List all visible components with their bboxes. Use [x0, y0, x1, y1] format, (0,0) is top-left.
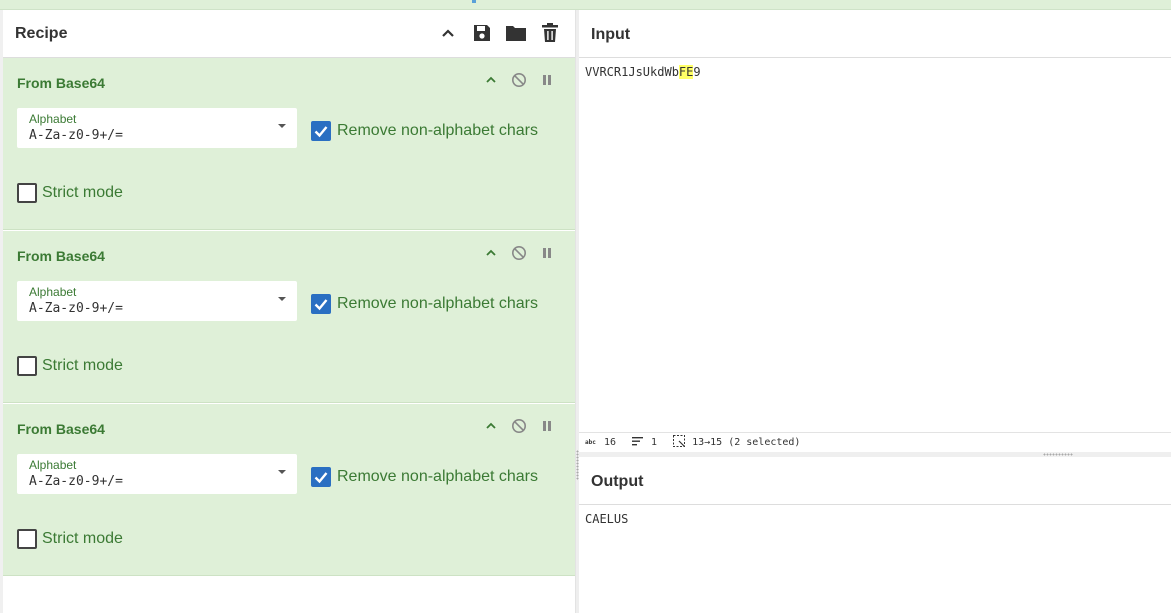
strict-mode-label[interactable]: Strict mode [42, 357, 123, 375]
strict-mode-label[interactable]: Strict mode [42, 530, 123, 548]
operation-title: From Base64 [17, 421, 105, 437]
strict-mode-checkbox[interactable] [17, 529, 37, 549]
caret-down-icon [278, 470, 286, 474]
pause-icon[interactable] [539, 418, 555, 434]
remove-non-alphabet-label[interactable]: Remove non-alphabet chars [337, 468, 538, 486]
alphabet-dropdown[interactable]: Alphabet A-Za-z0-9+/= [17, 281, 297, 321]
chevron-up-icon[interactable] [483, 72, 499, 88]
chevron-up-icon[interactable] [483, 418, 499, 434]
selection-value: 13→15 (2 selected) [692, 437, 801, 448]
selection-icon [673, 435, 686, 450]
recipe-header: Recipe [3, 10, 575, 58]
strict-mode-checkbox[interactable] [17, 183, 37, 203]
operation-from-base64: From Base64 Alphabet A-Za-z0-9+/= Remove… [3, 231, 575, 403]
pause-icon[interactable] [539, 72, 555, 88]
trash-icon[interactable] [539, 22, 561, 44]
remove-non-alphabet-label[interactable]: Remove non-alphabet chars [337, 122, 538, 140]
splitter-grip[interactable] [1043, 453, 1073, 456]
input-header: Input [579, 10, 1171, 58]
svg-text:abc: abc [585, 439, 596, 445]
selection-indicator: 13→15 (2 selected) [673, 435, 800, 450]
alphabet-value: A-Za-z0-9+/= [29, 301, 123, 316]
top-banner [0, 0, 1171, 10]
input-text-after: 9 [693, 65, 701, 79]
input-text-selected: FE [678, 65, 694, 79]
alphabet-label: Alphabet [29, 458, 77, 472]
save-icon[interactable] [471, 22, 493, 44]
caret-down-icon [278, 124, 286, 128]
remove-non-alphabet-checkbox[interactable] [311, 294, 331, 314]
remove-non-alphabet-checkbox[interactable] [311, 467, 331, 487]
length-value: 16 [604, 437, 617, 448]
remove-non-alphabet-checkbox[interactable] [311, 121, 331, 141]
output-textarea[interactable]: CAELUS [579, 505, 1171, 613]
alphabet-dropdown[interactable]: Alphabet A-Za-z0-9+/= [17, 108, 297, 148]
lines-indicator: 1 [632, 436, 658, 449]
alphabet-label: Alphabet [29, 285, 77, 299]
recipe-panel: Recipe From Base64 Alphabet A-Za-z0-9+/=… [3, 10, 576, 613]
alphabet-dropdown[interactable]: Alphabet A-Za-z0-9+/= [17, 454, 297, 494]
alphabet-value: A-Za-z0-9+/= [29, 474, 123, 489]
lines-icon [632, 436, 644, 449]
remove-non-alphabet-label[interactable]: Remove non-alphabet chars [337, 295, 538, 313]
length-indicator: abc 16 [585, 437, 616, 448]
input-text: VVRCR1JsUkdWbFE9 [585, 65, 701, 79]
disable-icon[interactable] [511, 418, 527, 434]
operation-from-base64: From Base64 Alphabet A-Za-z0-9+/= Remove… [3, 58, 575, 230]
input-status-bar: abc 16 1 13→15 (2 selected) [579, 432, 1171, 452]
recipe-title: Recipe [15, 24, 68, 42]
disable-icon[interactable] [511, 72, 527, 88]
strict-mode-label[interactable]: Strict mode [42, 184, 123, 202]
banner-marker [472, 0, 476, 3]
chevron-up-icon[interactable] [437, 22, 459, 44]
output-text: CAELUS [585, 512, 629, 526]
disable-icon[interactable] [511, 245, 527, 261]
operation-title: From Base64 [17, 248, 105, 264]
alphabet-value: A-Za-z0-9+/= [29, 128, 123, 143]
operation-title: From Base64 [17, 75, 105, 91]
input-title: Input [591, 26, 631, 43]
pause-icon[interactable] [539, 245, 555, 261]
alphabet-label: Alphabet [29, 112, 77, 126]
strict-mode-checkbox[interactable] [17, 356, 37, 376]
chevron-up-icon[interactable] [483, 245, 499, 261]
output-title: Output [591, 473, 644, 490]
input-textarea[interactable]: VVRCR1JsUkdWbFE9 [579, 58, 1171, 432]
operation-from-base64: From Base64 Alphabet A-Za-z0-9+/= Remove… [3, 404, 575, 576]
lines-value: 1 [651, 437, 658, 448]
caret-down-icon [278, 297, 286, 301]
input-text-before: VVRCR1JsUkdWb [585, 65, 679, 79]
length-icon: abc [585, 437, 597, 448]
output-header: Output [579, 457, 1171, 505]
folder-icon[interactable] [505, 22, 527, 44]
